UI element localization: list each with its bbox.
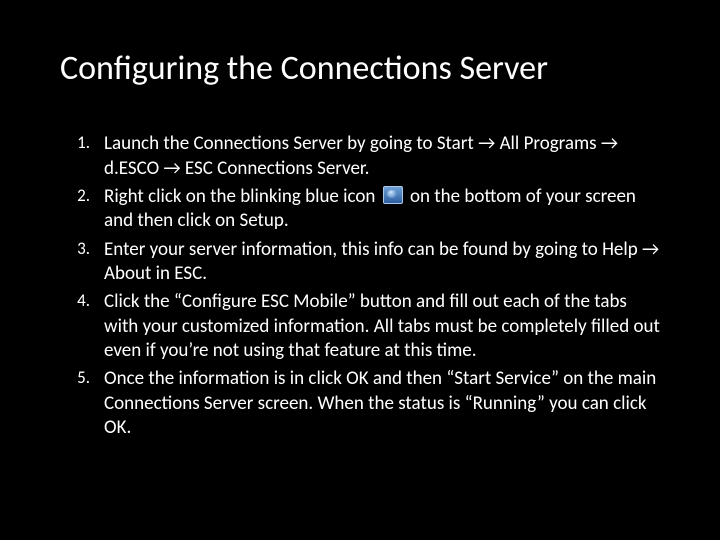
item-number: 1. (60, 132, 104, 154)
item-text-pre: Right click on the blinking blue icon (104, 185, 380, 208)
item-number: 3. (60, 238, 104, 260)
item-number: 4. (60, 290, 104, 312)
instruction-list: 1. Launch the Connections Server by goin… (60, 132, 660, 440)
item-number: 2. (60, 185, 104, 207)
item-text: Right click on the blinking blue icon on… (104, 185, 660, 234)
list-item: 5. Once the information is in click OK a… (60, 367, 660, 440)
item-number: 5. (60, 367, 104, 389)
list-item: 2. Right click on the blinking blue icon… (60, 185, 660, 234)
item-text: Launch the Connections Server by going t… (104, 132, 660, 181)
slide-title: Configuring the Connections Server (60, 50, 660, 87)
list-item: 3. Enter your server information, this i… (60, 238, 660, 287)
slide: Configuring the Connections Server 1. La… (0, 0, 720, 540)
list-item: 1. Launch the Connections Server by goin… (60, 132, 660, 181)
item-text: Click the “Configure ESC Mobile” button … (104, 290, 660, 363)
item-text: Enter your server information, this info… (104, 238, 660, 287)
item-text: Once the information is in click OK and … (104, 367, 660, 440)
connections-tray-icon (383, 186, 403, 204)
list-item: 4. Click the “Configure ESC Mobile” butt… (60, 290, 660, 363)
